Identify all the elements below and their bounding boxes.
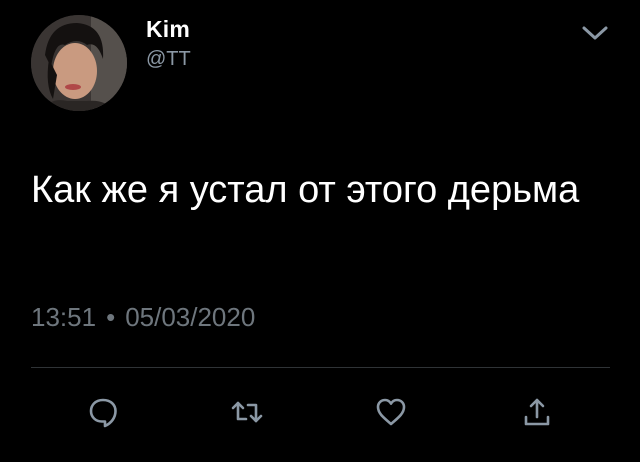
retweet-arrows-icon	[231, 401, 263, 423]
heart-icon	[376, 398, 406, 426]
tweet-text: Как же я устал от этого дерьма	[31, 169, 580, 211]
chevron-down-icon	[582, 26, 608, 40]
profile-photo	[31, 15, 127, 111]
action-bar	[31, 385, 610, 439]
tweet-time: 13:51	[31, 302, 97, 332]
divider	[31, 367, 610, 368]
share-button[interactable]	[510, 385, 564, 439]
avatar[interactable]	[31, 15, 127, 111]
speech-bubble-icon	[89, 398, 117, 428]
author-handle[interactable]: @TT	[146, 47, 191, 71]
like-button[interactable]	[364, 385, 418, 439]
tweet-date: 05/03/2020	[125, 302, 256, 332]
retweet-button[interactable]	[220, 385, 274, 439]
author-display-name[interactable]: Kim	[146, 15, 190, 43]
tweet-card: Kim @TT Как же я устал от этого дерьма 1…	[0, 0, 640, 462]
meta-separator: •	[106, 302, 116, 332]
share-upload-icon	[524, 398, 550, 426]
reply-button[interactable]	[76, 385, 130, 439]
more-options-button[interactable]	[578, 16, 612, 50]
tweet-timestamp[interactable]: 13:51 • 05/03/2020	[31, 300, 255, 334]
